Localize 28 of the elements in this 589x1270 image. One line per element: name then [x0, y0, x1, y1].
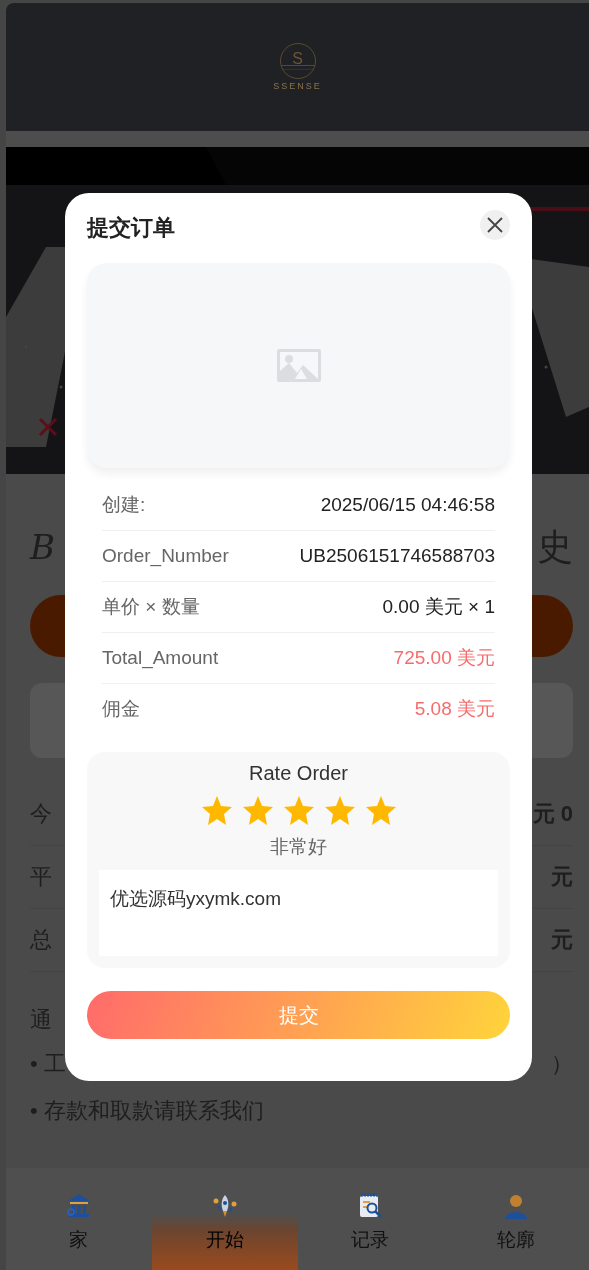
dialog-title: 提交订单	[87, 214, 175, 242]
comment-field[interactable]: 优选源码yxymk.com	[99, 870, 498, 956]
star-icon[interactable]	[200, 795, 233, 826]
detail-label: Order_Number	[102, 545, 229, 567]
detail-value: 0.00 美元 × 1	[382, 595, 495, 619]
close-button[interactable]	[480, 210, 510, 240]
detail-label: Total_Amount	[102, 647, 219, 669]
detail-value: 2025/06/15 04:46:58	[320, 494, 495, 516]
brand-name: SSENSE	[273, 81, 322, 91]
star-icon[interactable]	[282, 795, 315, 826]
rating-label: 非常好	[270, 835, 327, 859]
star-icon[interactable]	[364, 795, 397, 826]
star-icon[interactable]	[241, 795, 274, 826]
star-icon[interactable]	[323, 795, 356, 826]
rating-title: Rate Order	[249, 762, 348, 785]
tab[interactable]: 轮廓	[443, 1168, 589, 1270]
submit-button[interactable]: 提交	[87, 991, 510, 1039]
detail-label: 佣金	[102, 697, 140, 721]
logo: S	[279, 43, 316, 79]
detail-value: 5.08 美元	[414, 697, 495, 721]
detail-value: 725.00 美元	[393, 646, 495, 670]
tab[interactable]: 记录	[297, 1168, 444, 1270]
notice-text: ）	[551, 1049, 573, 1078]
detail-label: 创建:	[102, 493, 146, 517]
detail-value: UB2506151746588703	[299, 545, 495, 567]
close-icon	[486, 216, 504, 234]
detail-label: 单价 × 数量	[102, 595, 200, 619]
tab[interactable]: 家	[6, 1168, 152, 1270]
